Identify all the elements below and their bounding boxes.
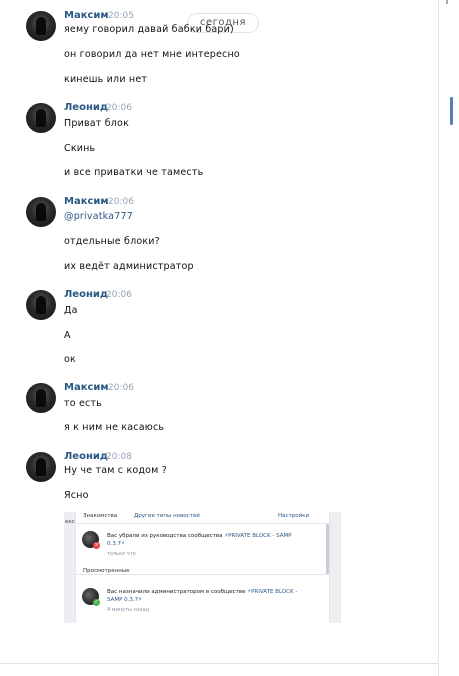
notification-text: Вас убрали из руководства сообщества ⚡PR… [107, 532, 307, 548]
message-text: кинешь или нет [64, 74, 148, 85]
author-name[interactable]: Максим [64, 196, 109, 207]
message-text: Приват блок [64, 118, 130, 129]
message-time: 20:05 [108, 11, 134, 21]
chat-history: сегодня Максим 20:05 яему говорил давай … [0, 0, 438, 663]
mention-link[interactable]: @privatka777 [64, 211, 133, 222]
notifications-panel: Знакомства Другие типы новостей Настройк… [75, 512, 331, 623]
notification-plain: Вас убрали из руководства сообщества [107, 533, 225, 539]
avatar[interactable] [26, 452, 56, 482]
notification-time: 4 минуты назад [107, 607, 149, 613]
attachment-left-edge: екс [64, 512, 75, 623]
message-text: Ну че там с кодом ? [64, 465, 168, 476]
message-text: отдельные блоки? [64, 236, 160, 247]
message-time: 20:06 [106, 290, 132, 300]
message-text: Ясно [64, 490, 89, 501]
author-name[interactable]: Максим [64, 10, 109, 21]
scrollbar [326, 524, 329, 574]
removed-badge-icon: × [93, 542, 100, 549]
divider [76, 523, 331, 524]
notifications-tab: Другие типы новостей [134, 513, 200, 519]
message-text: Скинь [64, 143, 96, 154]
message-time: 20:06 [108, 383, 134, 393]
message-text: я к ним не касаюсь [64, 422, 165, 433]
avatar[interactable] [26, 103, 56, 133]
notifications-header: Знакомства [83, 513, 118, 519]
avatar[interactable] [26, 197, 56, 227]
author-name[interactable]: Леонид [64, 289, 108, 300]
right-scroll-panel [438, 0, 459, 676]
message-time: 20:08 [106, 452, 132, 462]
message-text: и все приватки че таместь [64, 167, 204, 178]
composer-divider [0, 663, 438, 664]
image-attachment[interactable]: екс Знакомства Другие типы новостей Наст… [64, 512, 341, 623]
message-text: яему говорил давай бабки бари) [64, 24, 234, 35]
message-text: их ведёт администратор [64, 261, 194, 272]
message-text: то есть [64, 398, 102, 409]
avatar[interactable] [26, 11, 56, 41]
appointed-badge-icon: ✓ [93, 599, 100, 606]
avatar[interactable] [26, 383, 56, 413]
notification-text: Вас назначили администратором в сообщест… [107, 588, 307, 604]
author-name[interactable]: Максим [64, 382, 109, 393]
notification-time: только что [107, 551, 136, 557]
message-text: ок [64, 354, 76, 365]
scroll-thumb[interactable] [450, 97, 453, 125]
message-text: он говорил да нет мне интересно [64, 49, 240, 60]
avatar[interactable] [26, 290, 56, 320]
top-edge-mark [446, 0, 448, 4]
message-time: 20:06 [108, 197, 134, 207]
attachment-edge-text: екс [65, 519, 75, 525]
message-time: 20:06 [106, 103, 132, 113]
author-name[interactable]: Леонид [64, 451, 108, 462]
attachment-right-edge [330, 512, 341, 623]
divider [76, 574, 331, 575]
notification-plain: Вас назначили администратором в сообщест… [107, 589, 248, 595]
message-text: А [64, 330, 71, 341]
notifications-settings-link: Настройки [278, 513, 310, 519]
message-text: Да [64, 305, 78, 316]
author-name[interactable]: Леонид [64, 102, 108, 113]
